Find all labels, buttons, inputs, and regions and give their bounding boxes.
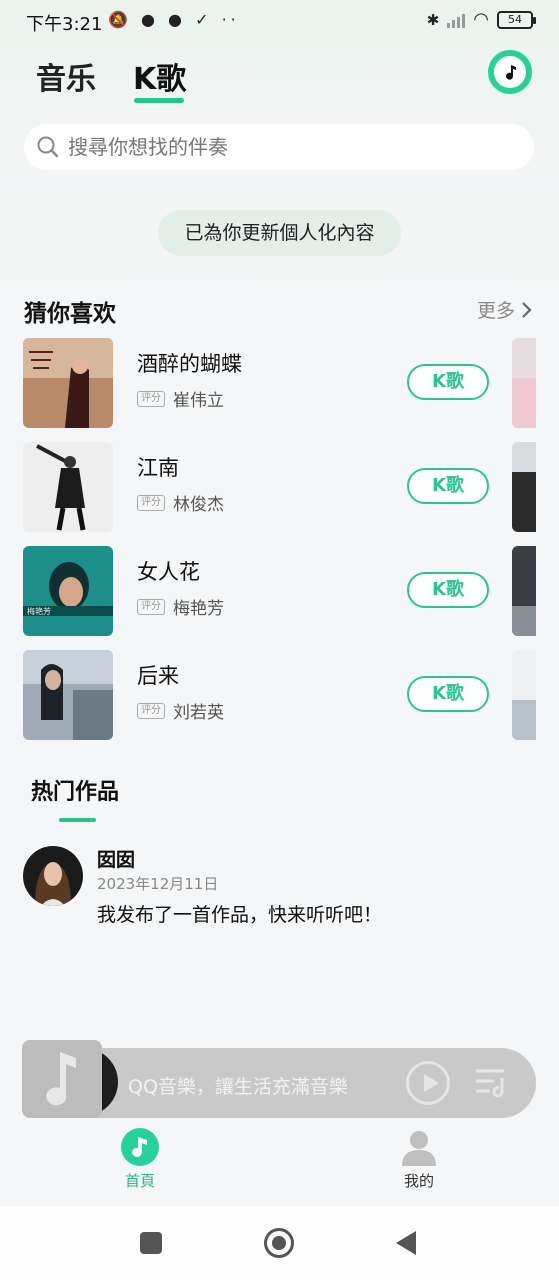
more-label: 更多: [476, 300, 515, 322]
battery-icon: 54: [497, 10, 536, 29]
now-playing-button[interactable]: [488, 50, 532, 94]
svg-text:梅艳芳: 梅艳芳: [27, 606, 51, 616]
more-link[interactable]: 更多: [477, 296, 533, 323]
notification-icons: 🔕 ● ● ✓ ··: [108, 10, 240, 29]
search-bar[interactable]: [24, 124, 534, 170]
recent-apps-button[interactable]: [140, 1232, 162, 1254]
song-cover: 梅艳芳: [23, 546, 113, 636]
karaoke-button[interactable]: K歌: [407, 364, 489, 400]
tab-music[interactable]: 音乐: [36, 54, 96, 98]
status-bar: 下午3:21 🔕 ● ● ✓ ·· ✱ ◠ 54: [0, 0, 559, 40]
back-button[interactable]: [396, 1231, 416, 1255]
karaoke-button[interactable]: K歌: [407, 676, 489, 712]
system-home-button[interactable]: [264, 1228, 294, 1258]
post-date: 2023年12月11日: [97, 875, 219, 893]
song-title: 江南: [137, 456, 179, 480]
system-nav-bar: [0, 1206, 559, 1280]
avatar[interactable]: [23, 846, 83, 906]
nav-me[interactable]: 我的: [379, 1128, 459, 1191]
song-meta: 评分 崔伟立: [137, 386, 224, 411]
karaoke-button[interactable]: K歌: [407, 572, 489, 608]
tab-active-indicator: [134, 98, 184, 103]
song-meta: 评分 林俊杰: [137, 490, 224, 515]
search-input[interactable]: [68, 135, 508, 159]
song-cover: [23, 650, 113, 740]
song-title: 女人花: [137, 560, 200, 584]
profile-icon: [400, 1128, 438, 1166]
nav-me-label: 我的: [403, 1172, 434, 1190]
rating-badge: 评分: [137, 702, 165, 719]
home-icon: [121, 1128, 159, 1166]
rating-badge: 评分: [137, 390, 165, 407]
song-title: 酒醉的蝴蝶: [137, 352, 242, 376]
song-item[interactable]: 梅艳芳 女人花 评分 梅艳芳 K歌: [23, 546, 536, 638]
song-artist: 崔伟立: [173, 391, 224, 411]
song-artist: 刘若英: [173, 703, 224, 723]
signal-icon: [447, 12, 466, 28]
tab-karaoke[interactable]: K歌: [133, 54, 186, 98]
bottom-nav: 首頁 我的: [0, 1118, 559, 1206]
hot-tab-indicator: [59, 818, 96, 822]
song-cover: [23, 338, 113, 428]
update-toast: 已為你更新個人化內容: [158, 210, 401, 256]
search-icon: [37, 136, 59, 158]
post-username[interactable]: 囡囡: [97, 845, 135, 872]
chevron-right-icon: [522, 301, 532, 318]
song-item[interactable]: 酒醉的蝴蝶 评分 崔伟立 K歌: [23, 338, 536, 430]
nav-home-label: 首頁: [124, 1172, 155, 1190]
next-page-peek: [512, 442, 536, 532]
post-text[interactable]: 我发布了一首作品，快来听听吧！: [97, 900, 382, 927]
next-page-peek: [512, 546, 536, 636]
song-item[interactable]: 江南 评分 林俊杰 K歌: [23, 442, 536, 534]
status-time: 下午3:21: [26, 14, 103, 35]
karaoke-button[interactable]: K歌: [407, 468, 489, 504]
recommend-title: 猜你喜欢: [24, 301, 116, 327]
song-artist: 林俊杰: [173, 495, 224, 515]
song-title: 后来: [137, 664, 179, 688]
rating-badge: 评分: [137, 494, 165, 511]
next-page-peek: [512, 650, 536, 740]
song-meta: 评分 刘若英: [137, 698, 224, 723]
rating-badge: 评分: [137, 598, 165, 615]
play-button[interactable]: [406, 1061, 450, 1105]
song-meta: 评分 梅艳芳: [137, 594, 224, 619]
wifi-icon: ◠: [473, 9, 489, 30]
playlist-icon[interactable]: [474, 1066, 510, 1100]
bluetooth-icon: ✱: [426, 10, 440, 29]
song-item[interactable]: 后来 评分 刘若英 K歌: [23, 650, 536, 742]
nav-home[interactable]: 首頁: [100, 1128, 180, 1191]
song-cover: [23, 442, 113, 532]
music-note-icon: [506, 65, 516, 80]
music-note-icon: [46, 1052, 76, 1106]
player-text: QQ音樂，讓生活充滿音樂: [128, 1076, 348, 1098]
player-cover[interactable]: [22, 1040, 102, 1118]
hot-works-title[interactable]: 热门作品: [31, 774, 119, 806]
song-artist: 梅艳芳: [173, 599, 224, 619]
next-page-peek: [512, 338, 536, 428]
status-right: ✱ ◠ 54: [426, 9, 536, 30]
